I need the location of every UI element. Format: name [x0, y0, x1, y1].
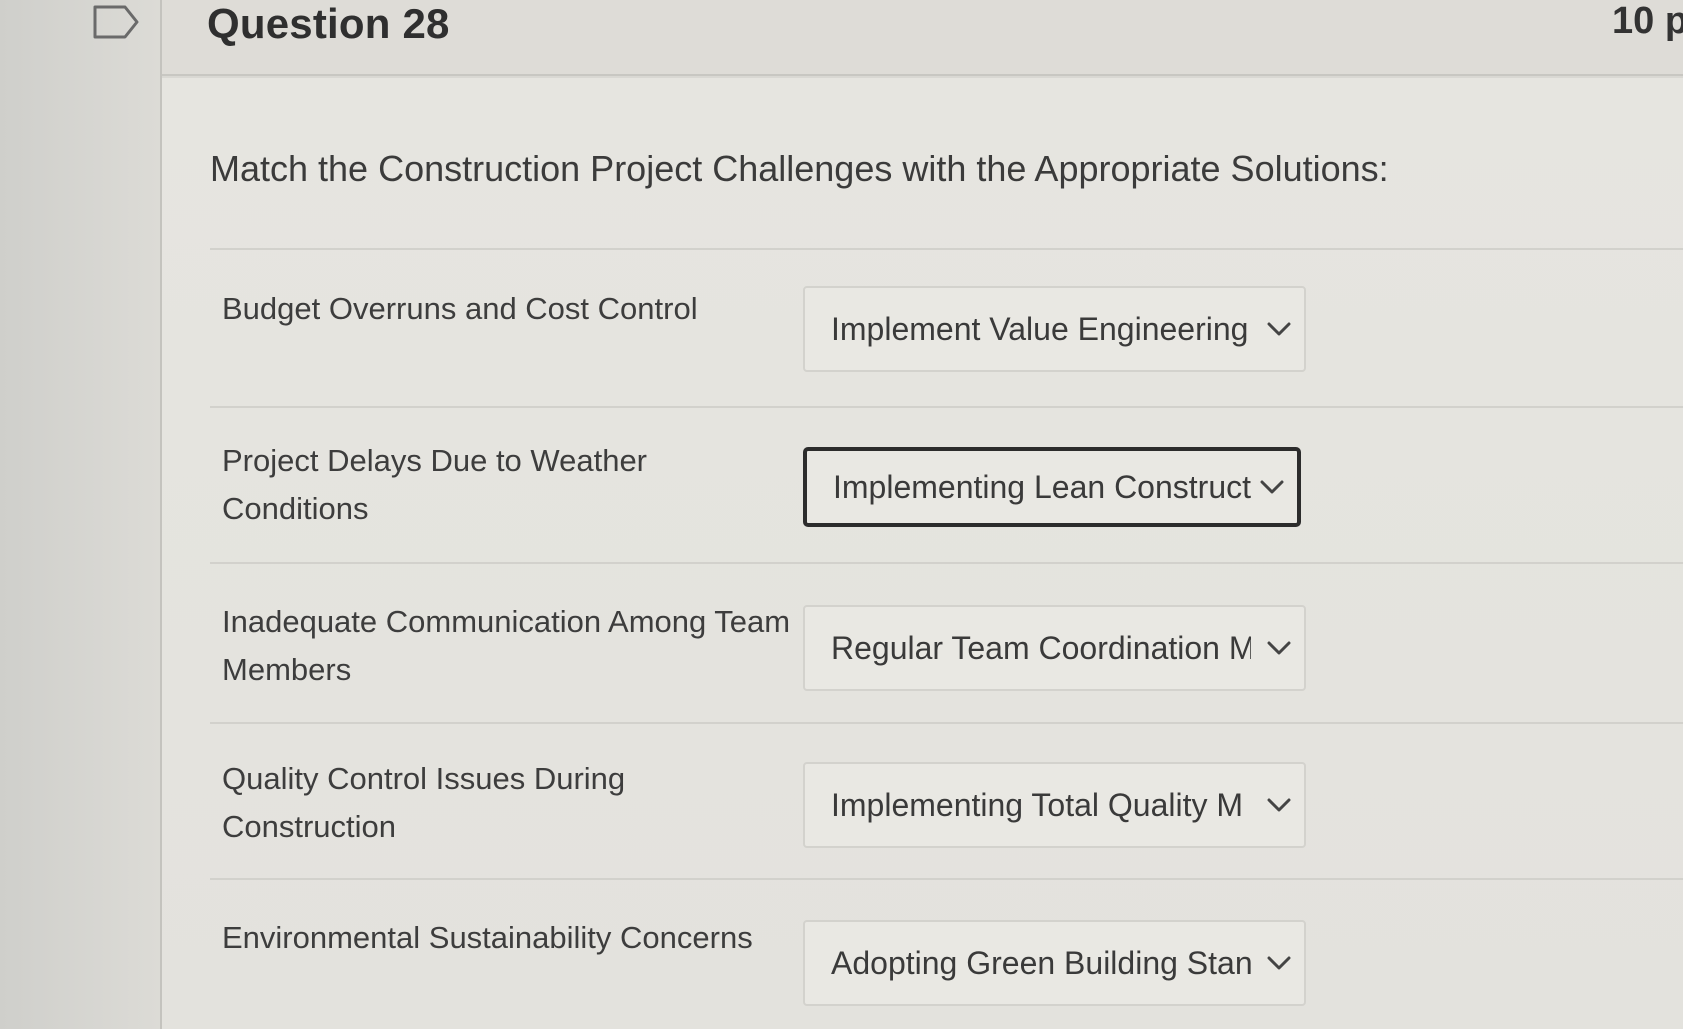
question-title: Question 28 [207, 0, 450, 47]
left-gutter [0, 0, 162, 1029]
chevron-down-icon [1260, 480, 1284, 494]
select-value: Regular Team Coordination M [831, 629, 1251, 666]
divider [210, 722, 1683, 724]
challenge-label: Environmental Sustainability Concerns [222, 920, 753, 955]
question-prompt: Match the Construction Project Challenge… [210, 148, 1389, 189]
chevron-down-icon [1267, 956, 1291, 970]
chevron-down-icon [1267, 322, 1291, 336]
select-value: Implementing Lean Construct [833, 468, 1251, 505]
select-value: Adopting Green Building Stan [831, 944, 1251, 981]
solution-select[interactable]: Implementing Total Quality M [803, 762, 1306, 848]
solution-select[interactable]: Regular Team Coordination M [803, 605, 1306, 691]
chevron-down-icon [1267, 798, 1291, 812]
challenge-label: Budget Overruns and Cost Control [222, 291, 698, 326]
divider [210, 562, 1683, 564]
solution-select[interactable]: Adopting Green Building Stan [803, 920, 1306, 1006]
solution-select[interactable]: Implement Value Engineering [803, 286, 1306, 372]
solution-select[interactable]: Implementing Lean Construct [803, 447, 1301, 527]
divider [210, 878, 1683, 880]
divider [210, 406, 1683, 408]
chevron-down-icon [1267, 641, 1291, 655]
select-value: Implementing Total Quality M [831, 786, 1244, 823]
select-value: Implement Value Engineering [831, 310, 1249, 347]
challenge-label: Inadequate Communication Among Team Memb… [222, 604, 791, 687]
points-label: 10 p [1612, 0, 1683, 42]
question-body [162, 78, 1683, 1029]
divider [210, 248, 1683, 250]
flag-icon[interactable] [92, 4, 140, 40]
challenge-label: Quality Control Issues During Constructi… [222, 761, 626, 844]
challenge-label: Project Delays Due to Weather Conditions [222, 443, 648, 526]
